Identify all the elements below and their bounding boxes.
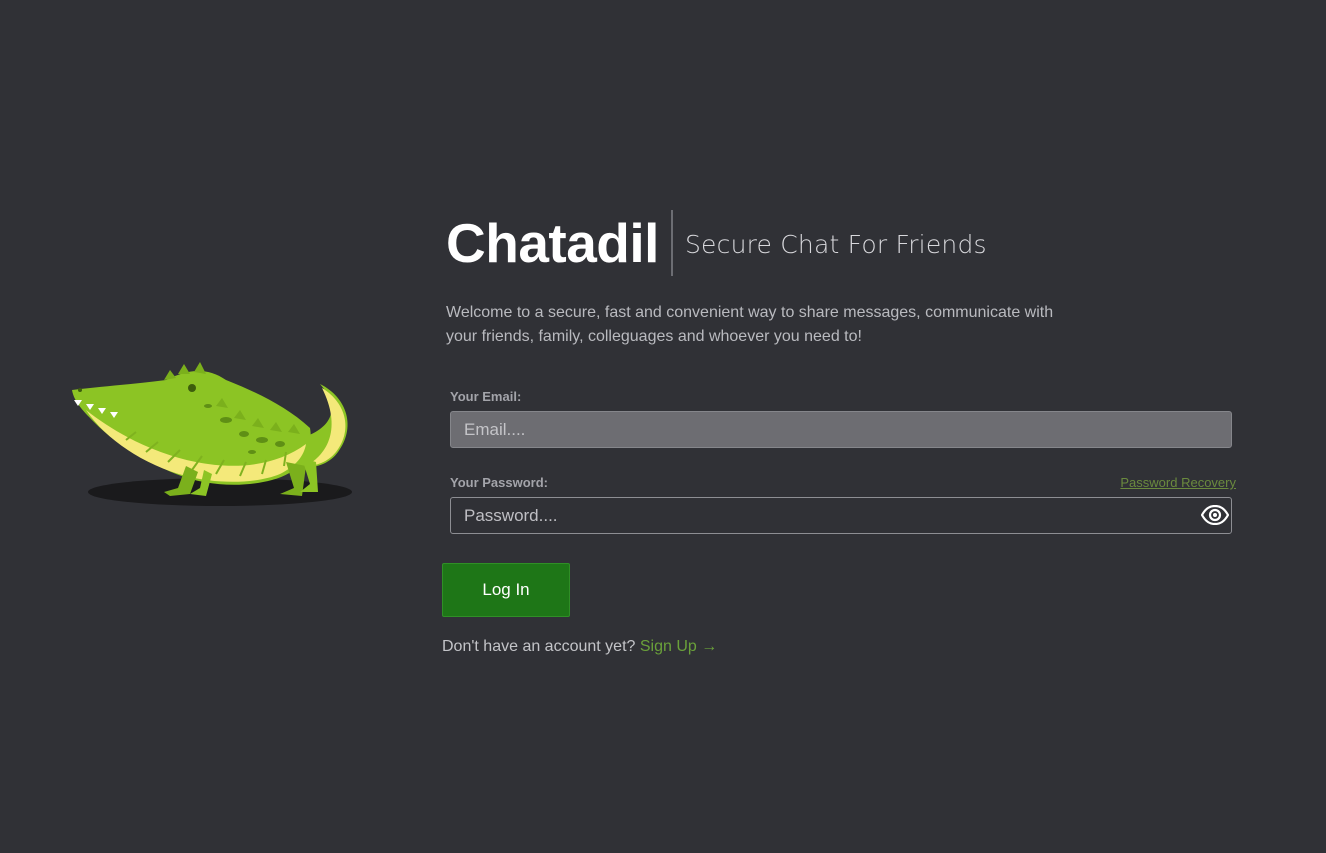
login-page: Chatadil Secure Chat For Friends Welcome…: [0, 0, 1326, 853]
password-field[interactable]: [450, 497, 1232, 534]
email-field[interactable]: [450, 411, 1232, 448]
email-field-wrap: [450, 411, 1236, 448]
password-label: Your Password:: [450, 475, 549, 490]
field-spacer: [450, 448, 1236, 475]
brand-tagline: Secure Chat For Friends: [684, 229, 987, 259]
show-password-button[interactable]: [1200, 502, 1230, 528]
brand-header: Chatadil Secure Chat For Friends: [446, 208, 1236, 278]
signup-row: Don't have an account yet? Sign Up →: [442, 638, 1236, 656]
login-button[interactable]: Log In: [442, 563, 570, 617]
login-panel: Chatadil Secure Chat For Friends Welcome…: [442, 208, 1236, 656]
crocodile-mascot: [72, 362, 352, 506]
brand-divider: [670, 210, 673, 276]
eye-icon: [1201, 505, 1229, 525]
signup-prompt: Don't have an account yet?: [442, 638, 636, 655]
password-label-row: Your Password: Password Recovery: [450, 475, 1236, 495]
email-label-row: Your Email:: [450, 389, 1236, 409]
brand-name: Chatadil: [446, 212, 659, 274]
password-recovery-link[interactable]: Password Recovery: [1120, 475, 1236, 490]
welcome-text: Welcome to a secure, fast and convenient…: [446, 304, 1054, 345]
login-form: Your Email: Your Password: Password Reco…: [450, 389, 1236, 534]
password-field-wrap: [450, 497, 1236, 534]
email-label: Your Email:: [450, 389, 522, 404]
signup-link[interactable]: Sign Up →: [640, 638, 717, 655]
